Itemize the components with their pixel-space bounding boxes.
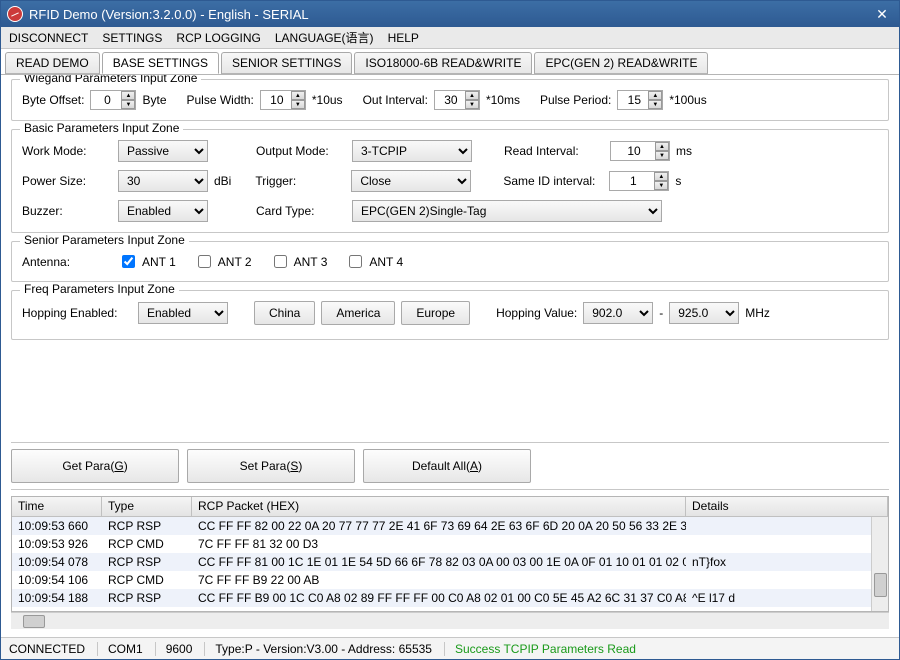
hopping-select[interactable]: Enabled [138, 302, 228, 324]
china-button[interactable]: China [254, 301, 315, 325]
pulse-width-unit: *10us [312, 93, 343, 107]
sameid-label: Same ID interval: [503, 174, 603, 188]
byte-offset-label: Byte Offset: [22, 93, 84, 107]
output-mode-label: Output Mode: [256, 144, 346, 158]
ant3-check[interactable]: ANT 3 [270, 252, 328, 271]
tabstrip: READ DEMO BASE SETTINGS SENIOR SETTINGS … [1, 49, 899, 75]
buzzer-select[interactable]: Enabled [118, 200, 208, 222]
menu-settings[interactable]: SETTINGS [102, 31, 162, 45]
status-info: Type:P - Version:V3.00 - Address: 65535 [215, 642, 445, 656]
col-details[interactable]: Details [686, 497, 888, 516]
out-interval-label: Out Interval: [363, 93, 428, 107]
group-senior: Senior Parameters Input Zone Antenna: AN… [11, 241, 889, 282]
ant4-checkbox[interactable] [349, 255, 362, 268]
byte-unit: Byte [142, 93, 166, 107]
ant3-checkbox[interactable] [274, 255, 287, 268]
tab-read-demo[interactable]: READ DEMO [5, 52, 100, 74]
out-interval-unit: *10ms [486, 93, 520, 107]
read-interval-label: Read Interval: [504, 144, 604, 158]
hopping-unit: MHz [745, 306, 770, 320]
power-size-select[interactable]: 30 [118, 170, 208, 192]
hopping-value-label: Hopping Value: [496, 306, 577, 320]
table-row[interactable]: 10:09:54 106RCP CMD7C FF FF B9 22 00 AB [12, 571, 888, 589]
dash: - [659, 306, 663, 320]
ant4-label: ANT 4 [369, 255, 403, 269]
status-connected: CONNECTED [9, 642, 98, 656]
status-com: COM1 [108, 642, 156, 656]
legend-basic: Basic Parameters Input Zone [20, 121, 183, 135]
app-icon [7, 6, 23, 22]
legend-freq: Freq Parameters Input Zone [20, 282, 179, 296]
close-icon[interactable]: ✕ [871, 5, 893, 23]
set-para-button[interactable]: Set Para(S) [187, 449, 355, 483]
spinner-icon[interactable]: ▲▼ [121, 91, 135, 109]
pulse-width-label: Pulse Width: [187, 93, 254, 107]
power-unit: dBi [214, 174, 231, 188]
action-row: Get Para(G) Set Para(S) Default All(A) [11, 442, 889, 490]
ant3-label: ANT 3 [294, 255, 328, 269]
legend-senior: Senior Parameters Input Zone [20, 233, 189, 247]
work-mode-select[interactable]: Passive [118, 140, 208, 162]
spinner-icon[interactable]: ▲▼ [465, 91, 479, 109]
statusbar: CONNECTED COM1 9600 Type:P - Version:V3.… [1, 637, 899, 659]
group-wiegand: Wiegand Parameters Input Zone Byte Offse… [11, 79, 889, 121]
table-row[interactable]: 10:09:53 926RCP CMD7C FF FF 81 32 00 D3 [12, 535, 888, 553]
menu-rcp-logging[interactable]: RCP LOGGING [176, 31, 260, 45]
table-row[interactable]: 10:09:54 078RCP RSPCC FF FF 81 00 1C 1E … [12, 553, 888, 571]
ant4-check[interactable]: ANT 4 [345, 252, 403, 271]
trigger-label: Trigger: [255, 174, 345, 188]
log-grid: Time Type RCP Packet (HEX) Details 10:09… [11, 496, 889, 612]
tab-base-settings[interactable]: BASE SETTINGS [102, 52, 219, 74]
col-type[interactable]: Type [102, 497, 192, 516]
tab-iso18000[interactable]: ISO18000-6B READ&WRITE [354, 52, 532, 74]
pulse-period-unit: *100us [669, 93, 706, 107]
window-title: RFID Demo (Version:3.2.0.0) - English - … [29, 7, 871, 22]
hopping-hi-select[interactable]: 925.0 [669, 302, 739, 324]
spinner-icon[interactable]: ▲▼ [655, 142, 669, 160]
hopping-lo-select[interactable]: 902.0 [583, 302, 653, 324]
ant2-checkbox[interactable] [198, 255, 211, 268]
hopping-label: Hopping Enabled: [22, 306, 132, 320]
menubar: DISCONNECT SETTINGS RCP LOGGING LANGUAGE… [1, 27, 899, 49]
ant1-label: ANT 1 [142, 255, 176, 269]
ant2-label: ANT 2 [218, 255, 252, 269]
hscrollbar[interactable] [11, 612, 889, 629]
trigger-select[interactable]: Close [351, 170, 471, 192]
tab-senior-settings[interactable]: SENIOR SETTINGS [221, 52, 352, 74]
europe-button[interactable]: Europe [401, 301, 470, 325]
menu-language[interactable]: LANGUAGE(语言) [275, 29, 374, 46]
ant1-check[interactable]: ANT 1 [118, 252, 176, 271]
ant2-check[interactable]: ANT 2 [194, 252, 252, 271]
group-freq: Freq Parameters Input Zone Hopping Enabl… [11, 290, 889, 340]
grid-vscroll[interactable] [871, 517, 888, 611]
pulse-period-label: Pulse Period: [540, 93, 611, 107]
menu-help[interactable]: HELP [388, 31, 419, 45]
power-size-label: Power Size: [22, 174, 112, 188]
sameid-unit: s [675, 174, 681, 188]
ant1-checkbox[interactable] [122, 255, 135, 268]
antenna-label: Antenna: [22, 255, 112, 269]
work-mode-label: Work Mode: [22, 144, 112, 158]
spinner-icon[interactable]: ▲▼ [291, 91, 305, 109]
status-success: Success TCPIP Parameters Read [455, 642, 636, 656]
cardtype-label: Card Type: [256, 204, 346, 218]
default-all-button[interactable]: Default All(A) [363, 449, 531, 483]
spinner-icon[interactable]: ▲▼ [654, 172, 668, 190]
buzzer-label: Buzzer: [22, 204, 112, 218]
menu-disconnect[interactable]: DISCONNECT [9, 31, 88, 45]
table-row[interactable]: 10:09:54 188RCP RSPCC FF FF B9 00 1C C0 … [12, 589, 888, 607]
col-time[interactable]: Time [12, 497, 102, 516]
cardtype-select[interactable]: EPC(GEN 2)Single-Tag [352, 200, 662, 222]
tab-epc-gen2[interactable]: EPC(GEN 2) READ&WRITE [534, 52, 708, 74]
output-mode-select[interactable]: 3-TCPIP [352, 140, 472, 162]
spinner-icon[interactable]: ▲▼ [648, 91, 662, 109]
table-row[interactable]: 10:09:53 660RCP RSPCC FF FF 82 00 22 0A … [12, 517, 888, 535]
group-basic: Basic Parameters Input Zone Work Mode: P… [11, 129, 889, 233]
get-para-button[interactable]: Get Para(G) [11, 449, 179, 483]
status-baud: 9600 [166, 642, 206, 656]
read-interval-unit: ms [676, 144, 692, 158]
america-button[interactable]: America [321, 301, 395, 325]
legend-wiegand: Wiegand Parameters Input Zone [20, 75, 201, 85]
col-packet[interactable]: RCP Packet (HEX) [192, 497, 686, 516]
